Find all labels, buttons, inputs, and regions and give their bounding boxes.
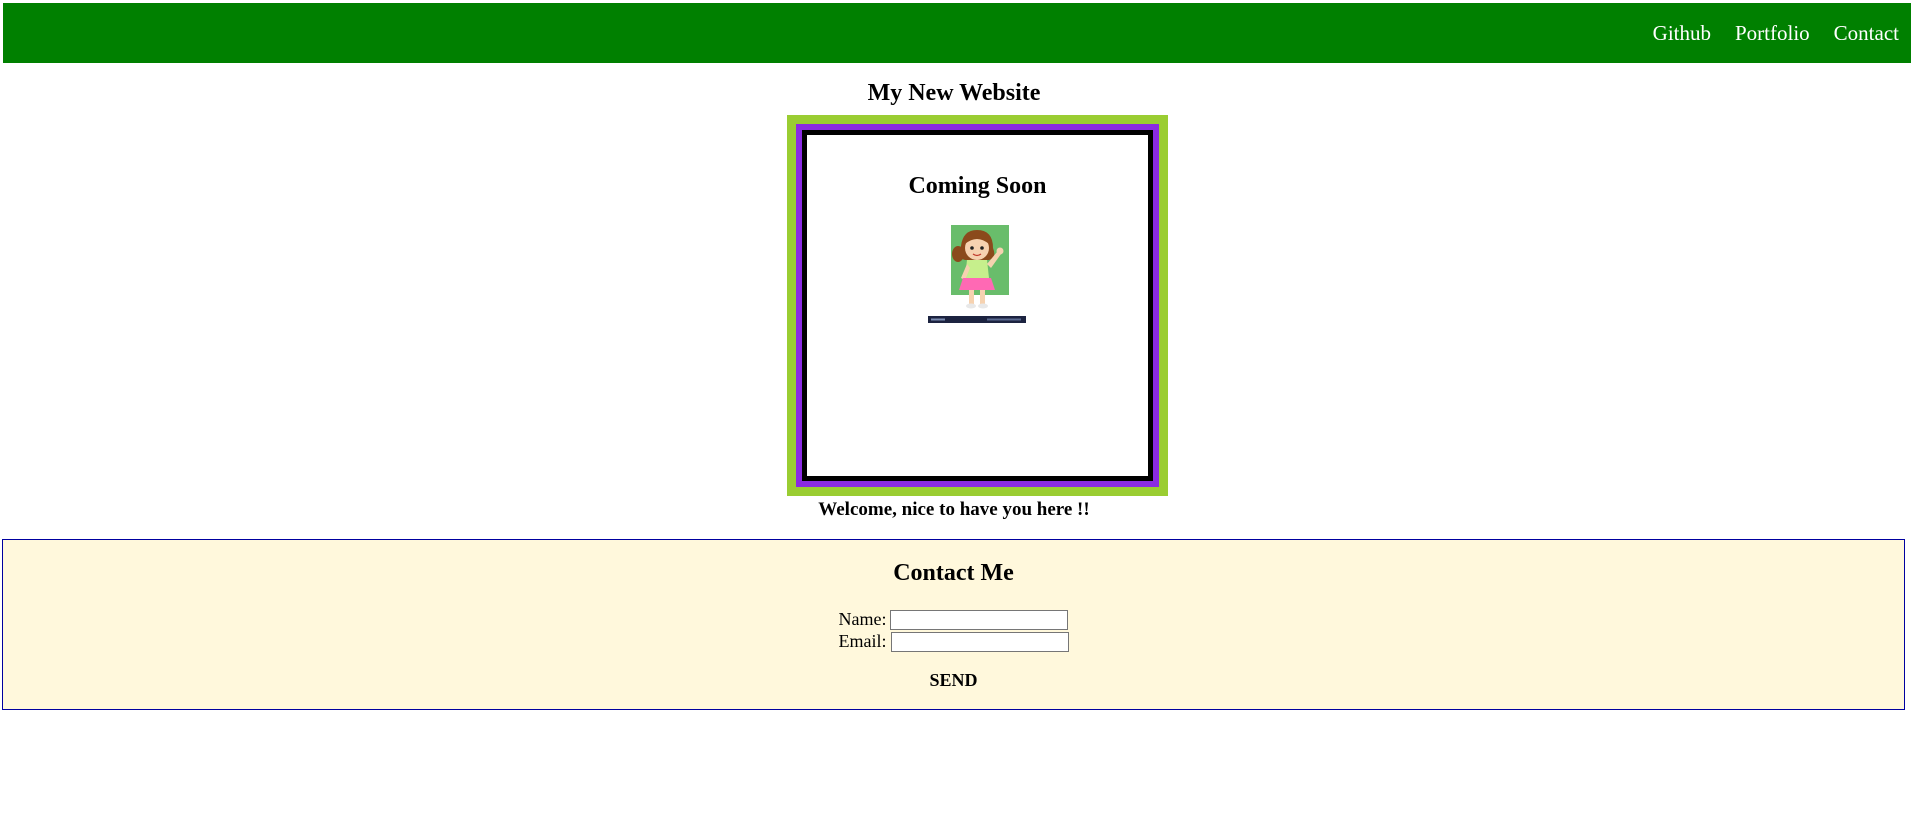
nav-links: Github Portfolio Contact bbox=[1653, 3, 1899, 63]
nav-link-github[interactable]: Github bbox=[1653, 21, 1711, 46]
navbar: Github Portfolio Contact bbox=[3, 3, 1911, 63]
email-row: Email: bbox=[3, 630, 1904, 652]
name-row: Name: bbox=[3, 608, 1904, 630]
nav-link-contact[interactable]: Contact bbox=[1834, 21, 1899, 46]
name-label: Name: bbox=[838, 609, 887, 630]
email-input[interactable] bbox=[890, 631, 1069, 652]
coming-soon-heading: Coming Soon bbox=[908, 173, 1047, 199]
name-input[interactable] bbox=[890, 609, 1069, 630]
frame-purple-border: Coming Soon bbox=[796, 124, 1159, 487]
nav-link-portfolio[interactable]: Portfolio bbox=[1735, 21, 1810, 46]
contact-section: Contact Me Name: Email: SEND bbox=[2, 539, 1905, 710]
send-button[interactable]: SEND bbox=[3, 670, 1904, 691]
girl-waving-image bbox=[928, 225, 1026, 323]
coming-soon-frame: Coming Soon bbox=[787, 115, 1168, 496]
frame-inner-panel: Coming Soon bbox=[802, 130, 1153, 481]
page-title: My New Website bbox=[867, 80, 1041, 106]
email-label: Email: bbox=[838, 631, 887, 652]
welcome-message: Welcome, nice to have you here !! bbox=[818, 499, 1090, 520]
contact-heading: Contact Me bbox=[893, 560, 1014, 586]
